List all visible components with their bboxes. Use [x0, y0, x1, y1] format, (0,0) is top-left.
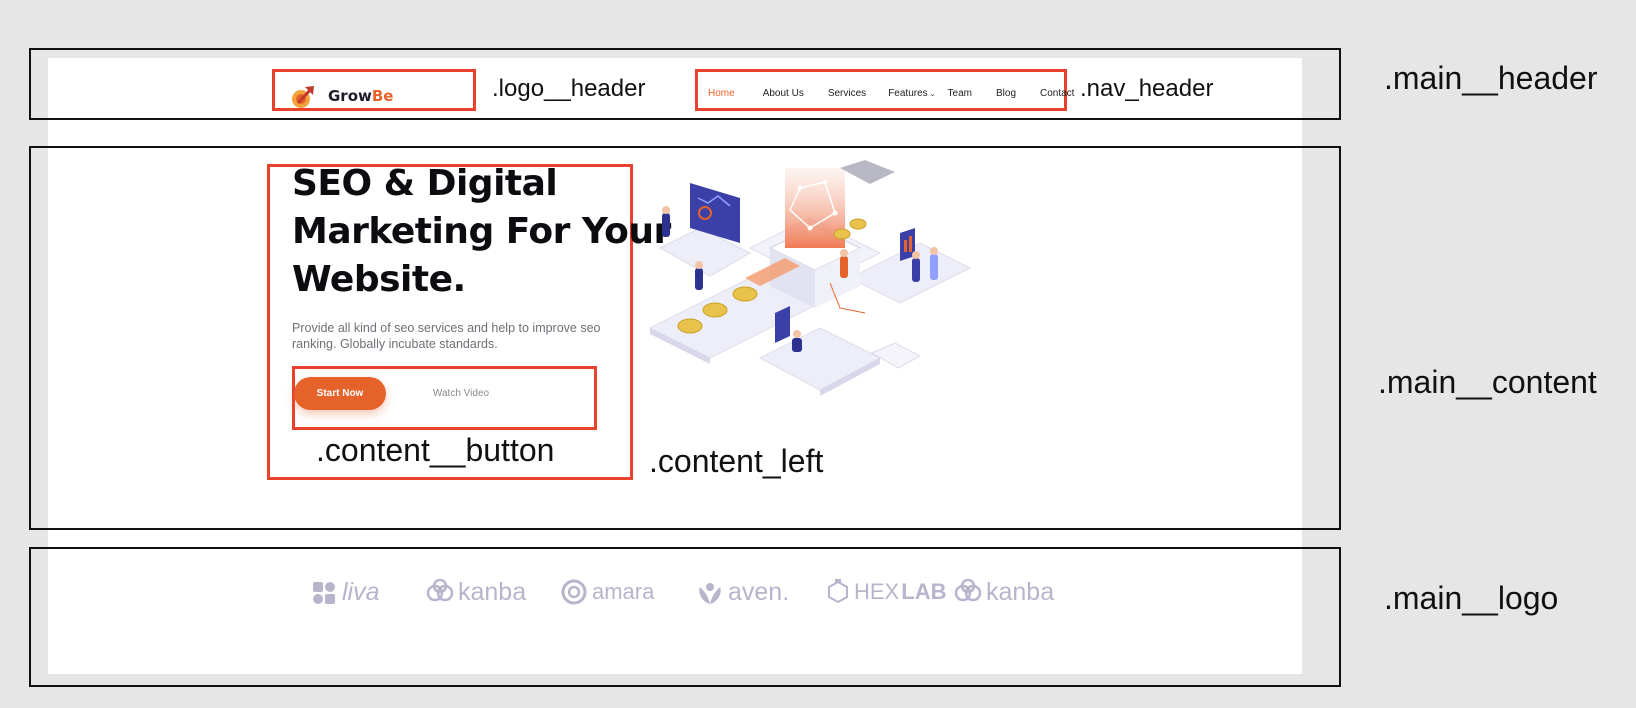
annotation-content-left: .content_left	[649, 443, 824, 479]
annotation-main-content: .main__content	[1378, 364, 1597, 400]
start-now-button[interactable]: Start Now	[294, 377, 386, 410]
annotation-main-logo: .main__logo	[1384, 580, 1559, 616]
annotation-logo-header: .logo__header	[492, 75, 646, 102]
brand-logo: aven.	[696, 578, 789, 607]
brand-logo: amara	[560, 578, 654, 606]
hero-title-line: Marketing For Your	[292, 211, 671, 252]
nav-item-about-us[interactable]: About Us	[763, 88, 804, 99]
nav-item-features[interactable]: Features ⌄	[888, 88, 935, 99]
brand-logo: kanba	[954, 578, 1054, 607]
site-logo[interactable]: GrowBe	[290, 82, 393, 110]
brand-name: liva	[342, 578, 380, 606]
brand-name: HEX	[854, 579, 900, 604]
nav-item-home[interactable]: Home	[708, 88, 735, 99]
hero-title: SEO & Digital Marketing For Your Website…	[292, 160, 671, 304]
brand-name: kanba	[986, 578, 1055, 606]
main-logo-outline	[29, 547, 1341, 687]
brand-name-bold: LAB	[901, 579, 947, 604]
flask-icon	[828, 579, 848, 604]
nav-item-blog[interactable]: Blog	[996, 88, 1016, 99]
brand-name: aven.	[728, 578, 790, 606]
watch-video-button[interactable]: Watch Video	[410, 377, 512, 410]
nav-item-services[interactable]: Services	[828, 88, 866, 99]
annotation-main-header: .main__header	[1384, 60, 1598, 96]
rings-icon	[954, 578, 982, 601]
puzzle-icon	[313, 581, 335, 604]
hero-title-line: SEO & Digital	[292, 163, 558, 204]
chevron-down-icon: ⌄	[929, 91, 936, 98]
at-sign-icon	[561, 579, 587, 605]
nav-item-contact[interactable]: Contact	[1040, 88, 1074, 99]
logo-text: GrowBe	[328, 87, 394, 105]
brand-name: amara	[592, 579, 655, 604]
annotation-nav-header: .nav_header	[1080, 75, 1214, 102]
lotus-icon	[699, 582, 721, 604]
brand-logo: liva	[310, 578, 380, 607]
hero-title-line: Website.	[292, 259, 466, 300]
hero-description: Provide all kind of seo services and hel…	[292, 321, 601, 351]
brand-logo: HEX LAB	[824, 578, 946, 606]
brand-name: kanba	[458, 578, 527, 606]
nav-header: Home About Us Services Features ⌄ Team Bl…	[708, 88, 1074, 99]
annotation-content-button: .content__button	[316, 432, 555, 468]
isometric-seo-illustration	[650, 160, 972, 396]
growth-arrow-icon	[292, 86, 314, 108]
nav-item-features-label: Features	[888, 88, 928, 99]
rings-icon	[426, 578, 454, 601]
nav-item-team[interactable]: Team	[948, 88, 972, 99]
brand-logo: kanba	[426, 578, 526, 607]
